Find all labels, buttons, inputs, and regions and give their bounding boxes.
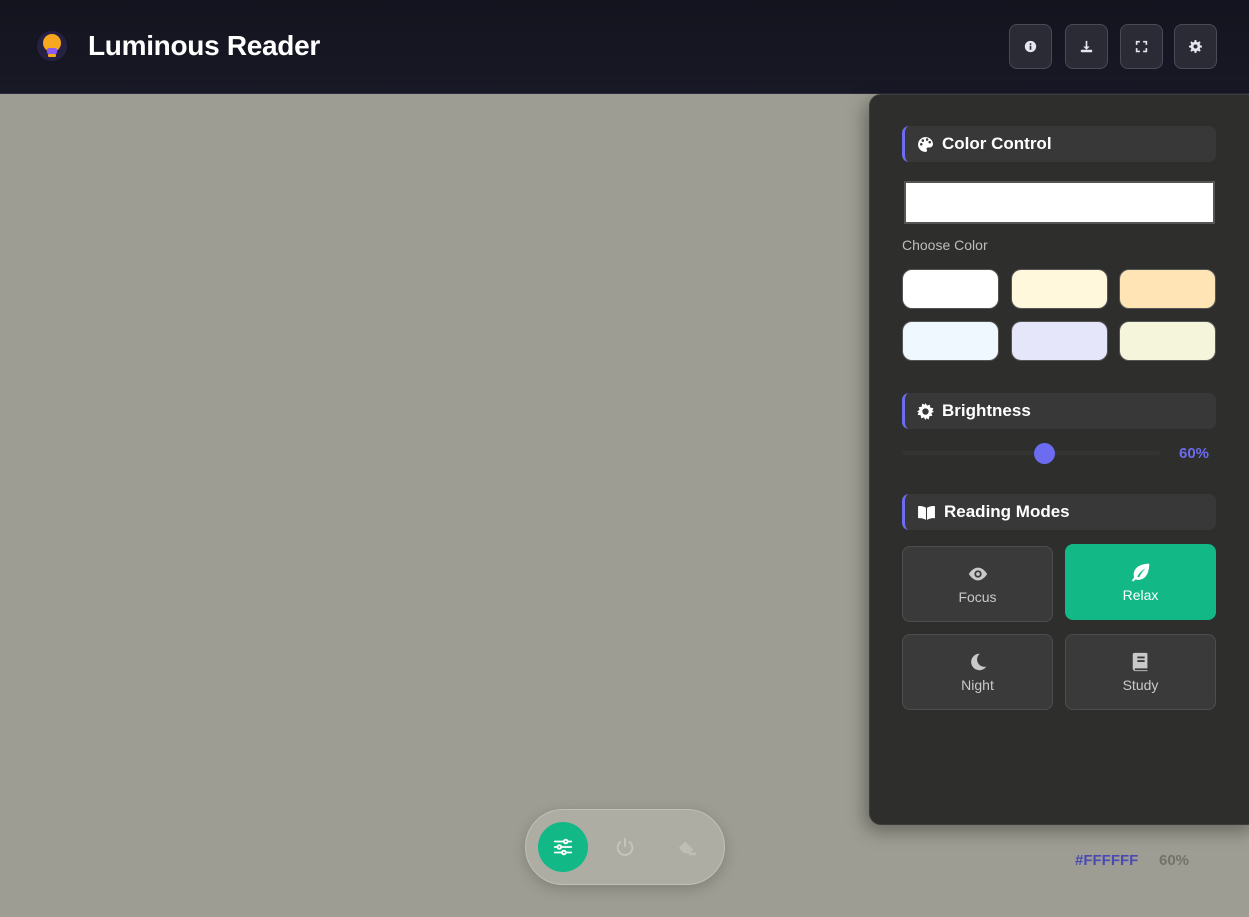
mode-night-label: Night bbox=[961, 677, 994, 693]
sliders-icon bbox=[553, 838, 573, 856]
info-icon bbox=[1024, 40, 1037, 53]
mode-study-label: Study bbox=[1122, 677, 1159, 693]
brightness-title: Brightness bbox=[942, 401, 1031, 420]
eye-icon bbox=[968, 567, 987, 581]
settings-panel: Color Control Choose Color Brightness 60… bbox=[869, 94, 1249, 825]
fullscreen-button[interactable] bbox=[1120, 24, 1163, 69]
palette-icon bbox=[918, 136, 933, 152]
adjustments-button[interactable] bbox=[538, 822, 588, 872]
lightbulb-icon bbox=[36, 30, 68, 62]
mode-relax-label: Relax bbox=[1122, 587, 1159, 603]
app-title: Luminous Reader bbox=[88, 30, 320, 61]
reading-modes-title: Reading Modes bbox=[944, 502, 1070, 521]
swatch-lavender[interactable] bbox=[1011, 321, 1108, 361]
swatch-aliceblue[interactable] bbox=[902, 321, 999, 361]
color-picker-input[interactable] bbox=[904, 181, 1215, 224]
choose-color-label: Choose Color bbox=[902, 237, 988, 253]
moon-icon bbox=[970, 653, 986, 671]
leaf-icon bbox=[1131, 563, 1149, 582]
power-button[interactable] bbox=[600, 822, 650, 872]
gear-icon bbox=[1189, 40, 1202, 53]
status-color-value: #FFFFFF bbox=[1075, 852, 1139, 869]
swatch-moccasin[interactable] bbox=[1119, 269, 1216, 309]
swatch-beige[interactable] bbox=[1119, 321, 1216, 361]
download-button[interactable] bbox=[1065, 24, 1108, 69]
open-book-icon bbox=[918, 505, 935, 520]
bottom-dock bbox=[525, 809, 725, 885]
brightness-header: Brightness bbox=[902, 393, 1216, 429]
color-control-header: Color Control bbox=[902, 126, 1216, 162]
book-icon bbox=[1132, 652, 1147, 672]
color-control-title: Color Control bbox=[942, 134, 1052, 153]
mode-night-button[interactable]: Night bbox=[902, 634, 1053, 710]
mode-focus-label: Focus bbox=[958, 589, 997, 605]
brightness-slider-track[interactable] bbox=[902, 451, 1160, 455]
swatch-white[interactable] bbox=[902, 269, 999, 309]
status-brightness-value: 60% bbox=[1159, 852, 1190, 869]
eraser-icon bbox=[678, 841, 697, 856]
mode-study-button[interactable]: Study bbox=[1065, 634, 1216, 710]
settings-button[interactable] bbox=[1174, 24, 1217, 69]
brightness-value: 60% bbox=[1179, 445, 1210, 462]
info-button[interactable] bbox=[1009, 24, 1052, 69]
eraser-button[interactable] bbox=[662, 822, 712, 872]
brightness-slider-thumb[interactable] bbox=[1034, 443, 1055, 464]
top-bar: Luminous Reader bbox=[0, 0, 1249, 94]
sun-icon bbox=[917, 402, 934, 420]
mode-focus-button[interactable]: Focus bbox=[902, 546, 1053, 622]
fullscreen-icon bbox=[1135, 40, 1148, 53]
power-icon bbox=[616, 837, 634, 856]
swatch-cornsilk[interactable] bbox=[1011, 269, 1108, 309]
download-icon bbox=[1080, 40, 1093, 53]
mode-relax-button[interactable]: Relax bbox=[1065, 544, 1216, 620]
reading-modes-header: Reading Modes bbox=[902, 494, 1216, 530]
